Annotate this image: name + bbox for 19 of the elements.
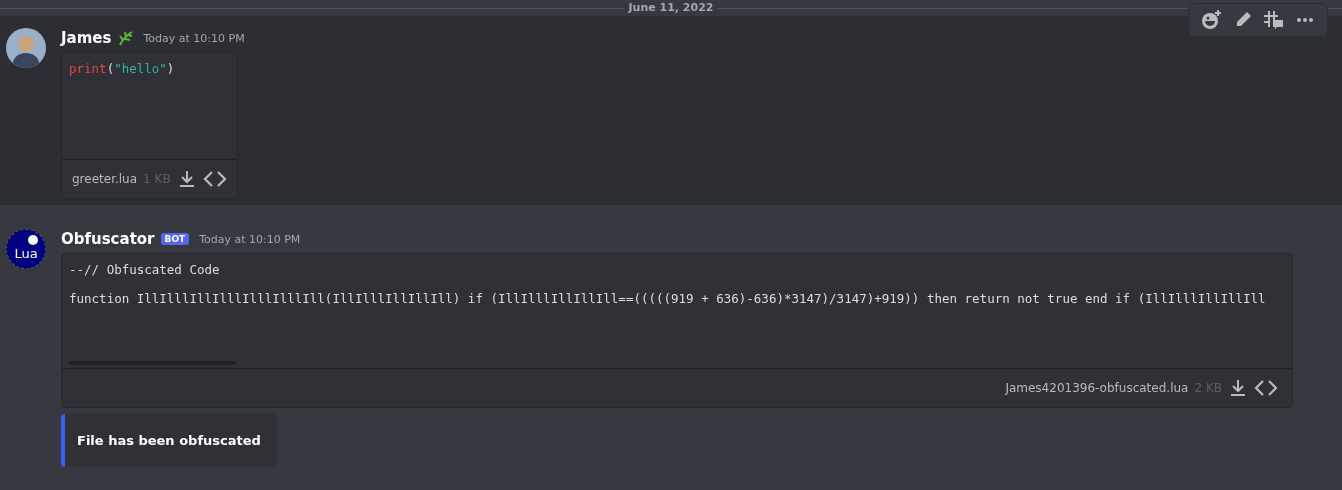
download-icon[interactable] — [1228, 378, 1248, 398]
leaf-icon — [117, 30, 134, 46]
code-line: print("hello") — [69, 61, 175, 77]
add-reaction-icon[interactable] — [1201, 10, 1223, 30]
timestamp: Today at 10:10 PM — [199, 232, 301, 246]
bot-tag: BOT — [160, 233, 190, 245]
file-name[interactable]: greeter.lua — [72, 172, 138, 186]
embed-title: File has been obfuscated — [77, 433, 261, 448]
avatar[interactable]: Lua — [6, 229, 46, 269]
thread-icon[interactable] — [1263, 10, 1285, 30]
file-name[interactable]: James4201396-obfuscated.lua — [1005, 381, 1189, 395]
code-icon[interactable] — [1254, 379, 1278, 397]
username[interactable]: James — [61, 29, 112, 47]
avatar[interactable] — [6, 28, 46, 68]
code-line: --// Obfuscated Code — [69, 262, 220, 278]
code-icon[interactable] — [202, 170, 227, 188]
username[interactable]: Obfuscator — [61, 230, 155, 248]
timestamp: Today at 10:10 PM — [143, 31, 245, 45]
code-line: function IllIlllIllIlllIlllIlllIll(IllIlllIllIllIll) if (IllIlllIllIllIll==(((((919 + 636)-636)*3147)/3147)+919)) then return not true end if (IllIlllIllIllIll — [69, 291, 1266, 307]
